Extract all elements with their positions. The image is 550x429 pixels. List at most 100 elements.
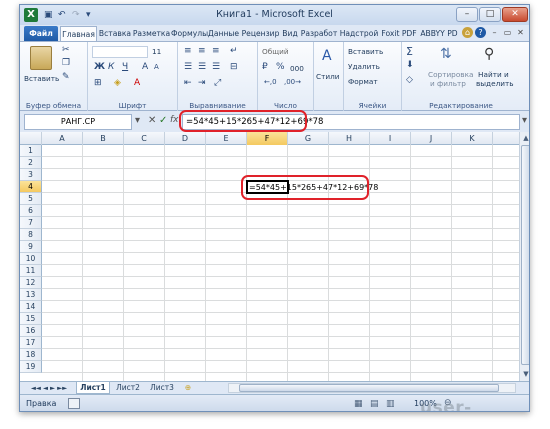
row-header[interactable]: 9 bbox=[20, 241, 42, 253]
underline-button[interactable]: Ч bbox=[122, 62, 128, 72]
worksheet-grid[interactable]: A B C D E F G H I J K 1 2 3 4 5 6 7 8 9 … bbox=[20, 132, 519, 381]
italic-button[interactable]: К bbox=[108, 62, 114, 72]
col-header-a[interactable]: A bbox=[42, 132, 83, 145]
sort-filter-button[interactable]: Сортировка bbox=[428, 70, 473, 79]
macro-record-icon[interactable] bbox=[68, 398, 80, 409]
grow-font-button[interactable]: A bbox=[142, 62, 148, 72]
maximize-button[interactable]: □ bbox=[479, 7, 501, 22]
row-header[interactable]: 8 bbox=[20, 229, 42, 241]
doc-minimize-icon[interactable]: – bbox=[489, 27, 500, 38]
sheet-tab-1[interactable]: Лист1 bbox=[76, 382, 110, 394]
tab-file[interactable]: Файл bbox=[24, 26, 58, 41]
doc-restore-icon[interactable]: ▭ bbox=[502, 27, 513, 38]
page-layout-view-icon[interactable]: ▤ bbox=[370, 399, 379, 409]
row-header[interactable]: 4 bbox=[20, 181, 42, 193]
font-color-button[interactable]: A bbox=[134, 78, 140, 88]
thousands-button[interactable]: 000 bbox=[290, 64, 304, 73]
col-header-c[interactable]: C bbox=[124, 132, 165, 145]
cancel-formula-button[interactable]: ✕ bbox=[148, 115, 156, 126]
row-header[interactable]: 10 bbox=[20, 253, 42, 265]
percent-button[interactable]: % bbox=[276, 62, 285, 72]
scroll-down-icon[interactable]: ▼ bbox=[521, 369, 529, 379]
col-header-j[interactable]: J bbox=[411, 132, 452, 145]
find-select-icon[interactable]: ⚲ bbox=[484, 46, 494, 62]
increase-indent-icon[interactable]: ⇥ bbox=[198, 78, 206, 88]
find-select-button[interactable]: Найти и bbox=[478, 70, 509, 79]
tab-addins[interactable]: Надстрой bbox=[339, 26, 379, 41]
tab-developer[interactable]: Разработ bbox=[299, 26, 339, 41]
align-bottom-icon[interactable]: ≡ bbox=[212, 46, 220, 56]
number-format-select[interactable]: Общий bbox=[262, 47, 289, 56]
row-header[interactable]: 14 bbox=[20, 301, 42, 313]
tab-formulas[interactable]: Формулы bbox=[171, 26, 208, 41]
col-header-i[interactable]: I bbox=[370, 132, 411, 145]
fill-icon[interactable]: ⬇ bbox=[406, 60, 414, 70]
row-header[interactable]: 2 bbox=[20, 157, 42, 169]
tab-page-layout[interactable]: Разметка bbox=[132, 26, 171, 41]
tab-insert[interactable]: Вставка bbox=[98, 26, 132, 41]
enter-formula-button[interactable]: ✓ bbox=[159, 115, 167, 126]
tab-abbyy-pdf[interactable]: ABBYY PD bbox=[419, 26, 459, 41]
row-header[interactable]: 1 bbox=[20, 145, 42, 157]
tab-home[interactable]: Главная bbox=[60, 26, 97, 41]
row-header[interactable]: 7 bbox=[20, 217, 42, 229]
col-header-k[interactable]: K bbox=[452, 132, 493, 145]
copy-icon[interactable]: ❐ bbox=[62, 58, 70, 68]
row-header[interactable]: 5 bbox=[20, 193, 42, 205]
align-middle-icon[interactable]: ≡ bbox=[198, 46, 206, 56]
tab-foxit-pdf[interactable]: Foxit PDF bbox=[379, 26, 419, 41]
row-header[interactable]: 15 bbox=[20, 313, 42, 325]
minimize-button[interactable]: – bbox=[456, 7, 478, 22]
normal-view-icon[interactable]: ▦ bbox=[354, 399, 363, 409]
row-header[interactable]: 19 bbox=[20, 361, 42, 373]
close-button[interactable]: ✕ bbox=[502, 7, 528, 22]
sort-filter-icon[interactable]: ⇅ bbox=[440, 46, 452, 62]
col-header-l[interactable] bbox=[493, 132, 519, 145]
expand-formula-bar-icon[interactable]: ▾ bbox=[522, 115, 527, 126]
row-header[interactable]: 12 bbox=[20, 277, 42, 289]
scroll-up-icon[interactable]: ▲ bbox=[521, 133, 529, 143]
col-header-f[interactable]: F bbox=[247, 132, 288, 145]
sheet-nav-buttons[interactable]: ◄◄ ◄ ► ►► bbox=[24, 382, 74, 394]
currency-icon[interactable]: ₽ bbox=[262, 62, 268, 72]
col-header-b[interactable]: B bbox=[83, 132, 124, 145]
align-right-icon[interactable]: ☰ bbox=[212, 62, 220, 72]
horizontal-scroll-thumb[interactable] bbox=[239, 384, 499, 392]
decrease-indent-icon[interactable]: ⇤ bbox=[184, 78, 192, 88]
help-icon[interactable]: ? bbox=[475, 27, 486, 38]
tab-view[interactable]: Вид bbox=[281, 26, 299, 41]
horizontal-scrollbar[interactable] bbox=[228, 383, 516, 393]
merge-icon[interactable]: ⊟ bbox=[230, 62, 238, 72]
cut-icon[interactable]: ✂ bbox=[62, 45, 70, 55]
borders-icon[interactable]: ⊞ bbox=[94, 78, 102, 88]
align-center-icon[interactable]: ☰ bbox=[198, 62, 206, 72]
increase-decimal-icon[interactable]: ←,0 bbox=[264, 78, 277, 86]
wrap-text-icon[interactable]: ↵ bbox=[230, 46, 238, 56]
name-box-dropdown-icon[interactable]: ▾ bbox=[135, 115, 140, 126]
styles-button[interactable]: Стили bbox=[316, 72, 340, 81]
page-break-view-icon[interactable]: ▥ bbox=[386, 399, 395, 409]
paste-icon[interactable] bbox=[30, 46, 52, 70]
sheet-tab-2[interactable]: Лист2 bbox=[112, 382, 144, 394]
tab-review[interactable]: Рецензир bbox=[240, 26, 281, 41]
vertical-scroll-thumb[interactable] bbox=[521, 145, 529, 365]
col-header-g[interactable]: G bbox=[288, 132, 329, 145]
row-header[interactable]: 6 bbox=[20, 205, 42, 217]
delete-cells-button[interactable]: Удалить bbox=[348, 62, 380, 71]
insert-cells-button[interactable]: Вставить bbox=[348, 47, 383, 56]
align-left-icon[interactable]: ☰ bbox=[184, 62, 192, 72]
row-header[interactable]: 11 bbox=[20, 265, 42, 277]
row-header[interactable]: 18 bbox=[20, 349, 42, 361]
insert-sheet-icon[interactable]: ⊕ bbox=[180, 382, 196, 394]
insert-function-button[interactable]: fx bbox=[170, 115, 179, 125]
select-all-corner[interactable] bbox=[20, 132, 42, 145]
doc-close-icon[interactable]: ✕ bbox=[515, 27, 526, 38]
autosum-button[interactable]: Σ bbox=[406, 45, 413, 58]
font-name-select[interactable] bbox=[92, 46, 148, 58]
bold-button[interactable]: Ж bbox=[94, 62, 105, 72]
row-header[interactable]: 17 bbox=[20, 337, 42, 349]
vertical-scrollbar[interactable]: ▲ ▼ bbox=[519, 132, 529, 381]
shrink-font-button[interactable]: A bbox=[154, 63, 159, 71]
collapse-ribbon-icon[interactable]: ⌂ bbox=[462, 27, 473, 38]
name-box[interactable]: РАНГ.СР bbox=[24, 114, 132, 130]
